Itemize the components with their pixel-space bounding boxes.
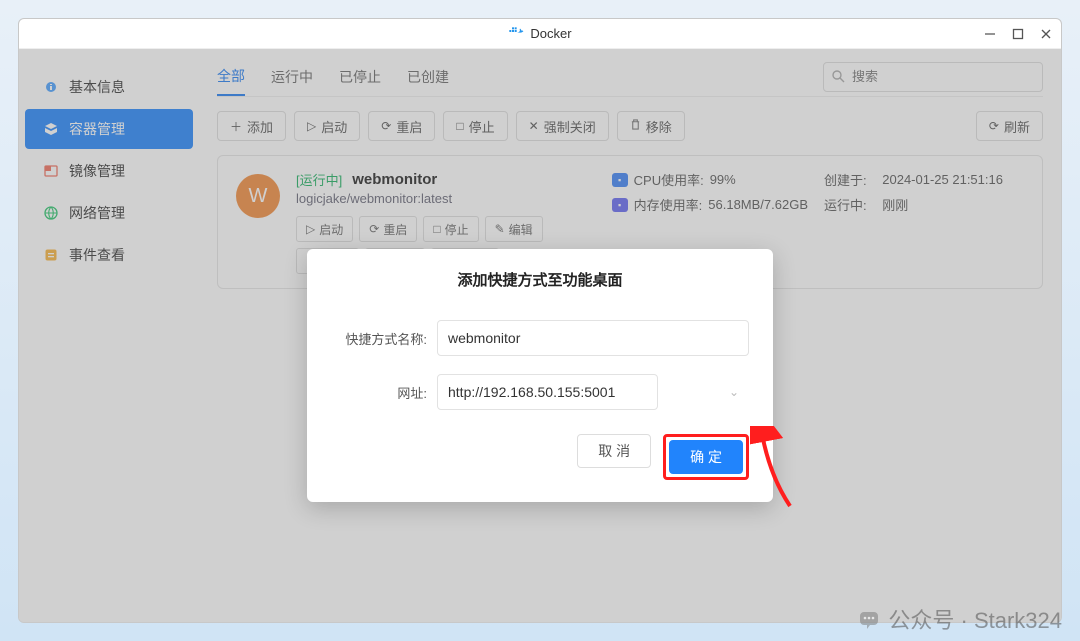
chevron-down-icon: ⌄ [729, 385, 739, 399]
docker-icon [508, 26, 524, 41]
minimize-button[interactable] [983, 27, 997, 41]
window-controls [983, 27, 1053, 41]
btn-label: 确 定 [690, 449, 722, 465]
modal-overlay[interactable]: 添加快捷方式至功能桌面 快捷方式名称: 网址: ⌄ 取 消 确 定 [19, 49, 1061, 622]
maximize-button[interactable] [1011, 27, 1025, 41]
modal-title: 添加快捷方式至功能桌面 [331, 269, 749, 290]
title-wrap: Docker [508, 26, 571, 41]
url-select[interactable] [437, 374, 658, 410]
btn-label: 取 消 [598, 443, 630, 459]
titlebar: Docker [19, 19, 1061, 49]
modal-actions: 取 消 确 定 [331, 434, 749, 480]
url-label: 网址: [331, 383, 427, 402]
close-button[interactable] [1039, 27, 1053, 41]
shortcut-name-input[interactable] [437, 320, 749, 356]
app-window: Docker 基本信息 容器管理 [18, 18, 1062, 623]
confirm-button[interactable]: 确 定 [669, 440, 743, 474]
shortcut-name-label: 快捷方式名称: [331, 329, 427, 348]
confirm-highlight: 确 定 [663, 434, 749, 480]
window-title: Docker [530, 26, 571, 41]
body: 基本信息 容器管理 镜像管理 网络管理 事件查看 全部 运行中 [19, 49, 1061, 622]
add-shortcut-modal: 添加快捷方式至功能桌面 快捷方式名称: 网址: ⌄ 取 消 确 定 [307, 249, 773, 502]
cancel-button[interactable]: 取 消 [577, 434, 651, 468]
